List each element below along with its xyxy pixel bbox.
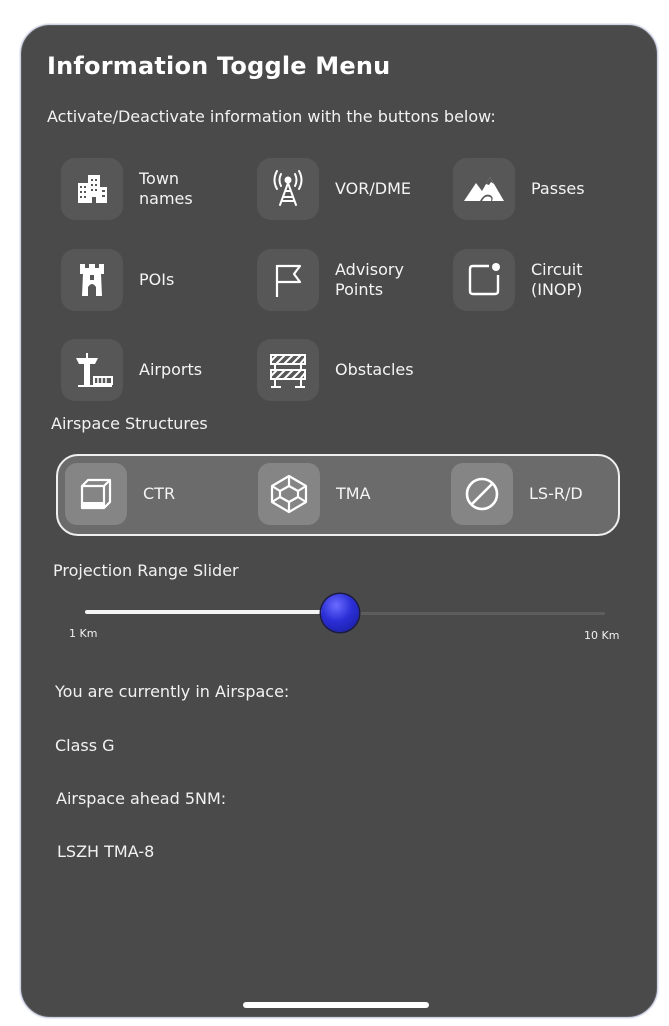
buildings-icon: [61, 158, 123, 220]
toggle-tma[interactable]: TMA: [258, 463, 371, 525]
toggle-label: Circuit (INOP): [531, 260, 583, 299]
toggle-label: Obstacles: [335, 360, 414, 379]
toggle-ctr[interactable]: CTR: [65, 463, 175, 525]
toggle-obstacles[interactable]: Obstacles: [257, 339, 414, 401]
wireframe-box-icon: [258, 463, 320, 525]
toggle-label: Advisory Points: [335, 260, 404, 299]
radio-tower-icon: [257, 158, 319, 220]
airspace-label: CTR: [143, 484, 176, 503]
page-subtitle: Activate/Deactivate information with the…: [47, 107, 496, 126]
toggle-circuit[interactable]: Circuit (INOP): [453, 249, 583, 311]
ahead-airspace-heading: Airspace ahead 5NM:: [56, 789, 227, 808]
airspace-heading: Airspace Structures: [51, 414, 208, 433]
slider-heading: Projection Range Slider: [53, 561, 239, 580]
mountains-icon: [453, 158, 515, 220]
airspace-label: LS-R/D: [529, 484, 583, 503]
toggle-airports[interactable]: Airports: [61, 339, 202, 401]
toggle-label: VOR/DME: [335, 179, 411, 198]
cube-icon: [65, 463, 127, 525]
toggle-label: Passes: [531, 179, 585, 198]
circuit-square-icon: [453, 249, 515, 311]
slider-handle[interactable]: [320, 594, 359, 632]
toggle-town-names[interactable]: Town names: [61, 158, 193, 220]
slider-fill: [85, 610, 340, 614]
toggle-advisory-points[interactable]: Advisory Points: [257, 249, 404, 311]
slider-max-label: 10 Km: [584, 629, 620, 642]
toggle-label: Town names: [139, 169, 193, 208]
current-airspace-value: Class G: [55, 736, 115, 755]
airspace-label: TMA: [336, 484, 371, 503]
home-indicator[interactable]: [243, 1002, 429, 1008]
toggle-pois[interactable]: POIs: [61, 249, 174, 311]
slider-track[interactable]: [339, 612, 605, 615]
toggle-passes[interactable]: Passes: [453, 158, 585, 220]
toggle-label: Airports: [139, 360, 203, 379]
prohibited-icon: [451, 463, 513, 525]
flag-icon: [257, 249, 319, 311]
slider-min-label: 1 Km: [69, 627, 98, 640]
barrier-icon: [257, 339, 319, 401]
toggle-vor-dme[interactable]: VOR/DME: [257, 158, 411, 220]
control-tower-icon: [61, 339, 123, 401]
toggle-ls-r-d[interactable]: LS-R/D: [451, 463, 583, 525]
current-airspace-heading: You are currently in Airspace:: [55, 682, 290, 701]
page-title: Information Toggle Menu: [47, 52, 391, 80]
toggle-label: POIs: [139, 270, 175, 289]
castle-tower-icon: [61, 249, 123, 311]
ahead-airspace-value: LSZH TMA-8: [57, 842, 155, 861]
